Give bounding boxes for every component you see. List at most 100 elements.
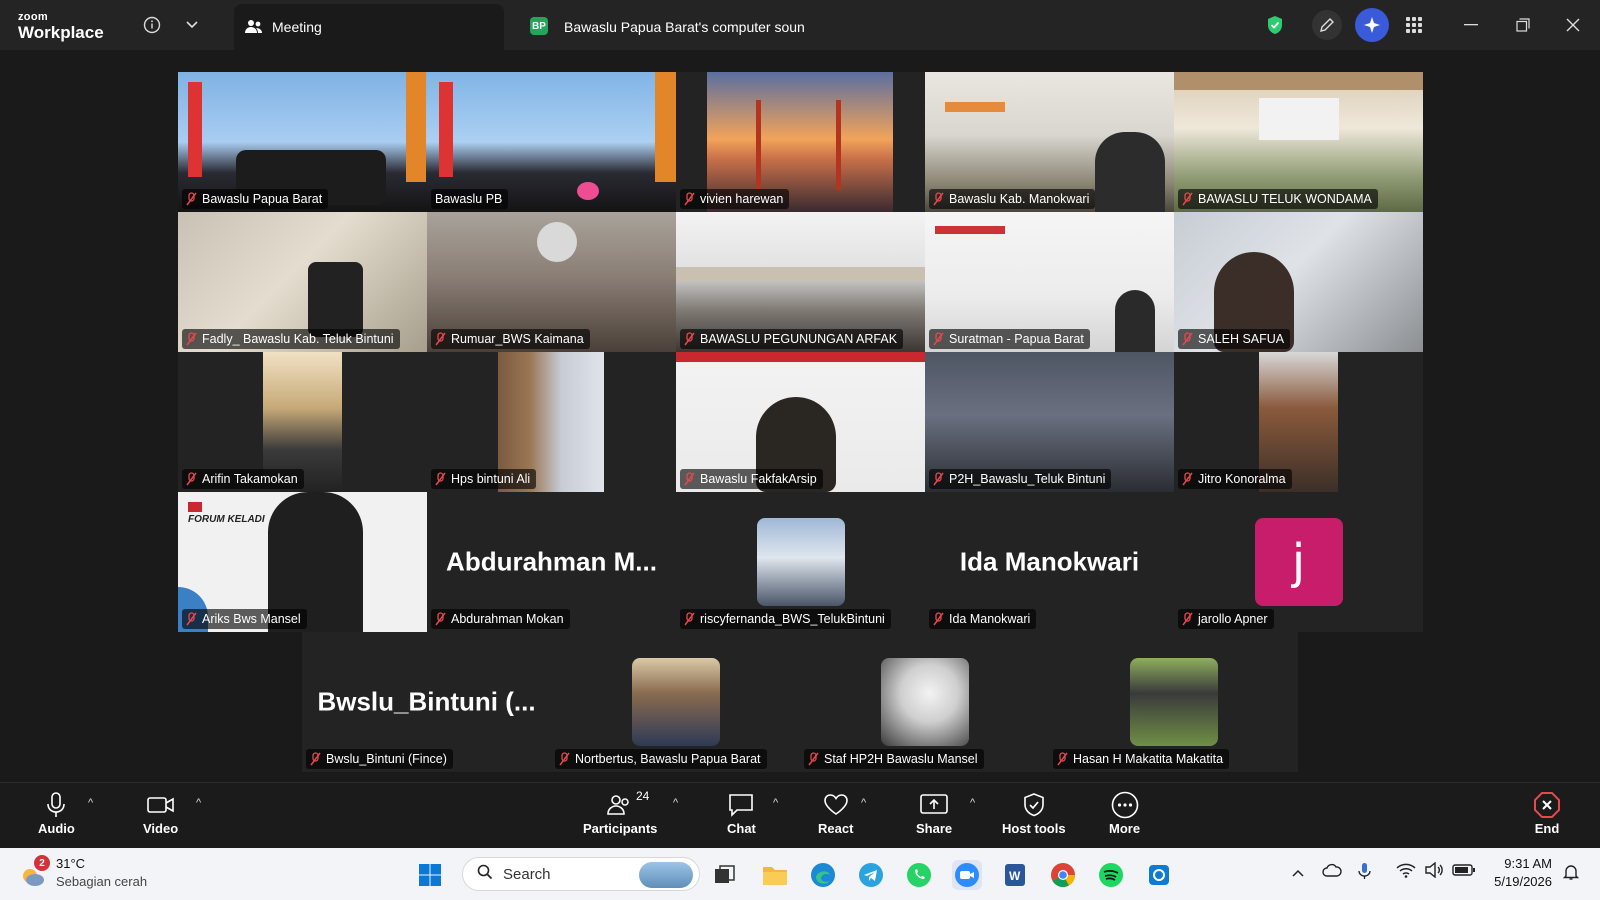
mic-muted-icon (1182, 472, 1193, 486)
task-view-icon[interactable] (710, 860, 740, 890)
participant-tile[interactable]: Nortbertus, Bawaslu Papua Barat (551, 632, 800, 772)
chat-bubble-icon (728, 789, 754, 821)
info-icon[interactable] (140, 13, 164, 37)
participant-name: Suratman - Papua Barat (949, 332, 1084, 346)
mic-muted-icon (933, 472, 944, 486)
participant-tile[interactable]: SALEH SAFUA (1174, 212, 1423, 352)
chrome-icon[interactable] (1048, 860, 1078, 890)
participant-tile[interactable]: BAWASLU TELUK WONDAMA (1174, 72, 1423, 212)
participant-tile[interactable]: Abdurahman M... Abdurahman Mokan (427, 492, 676, 632)
participant-name-label: Hasan H Makatita Makatita (1053, 749, 1230, 769)
participant-tile[interactable]: Hps bintuni Ali (427, 352, 676, 492)
participant-tile[interactable]: Suratman - Papua Barat (925, 212, 1174, 352)
participant-name: Abdurahman Mokan (451, 612, 564, 626)
participant-tile[interactable]: Bawaslu Kab. Manokwari (925, 72, 1174, 212)
chat-options-chevron-icon[interactable]: ^ (773, 797, 778, 809)
participant-name-label: Ariks Bws Mansel (182, 609, 307, 629)
participant-tile[interactable]: BAWASLU PEGUNUNGAN ARFAK (676, 212, 925, 352)
video-button[interactable]: Video (143, 789, 178, 836)
taskbar-search-box[interactable]: Search (462, 857, 700, 891)
participant-name-label: Bawaslu PB (431, 189, 509, 209)
audio-button[interactable]: Audio (38, 789, 75, 836)
participant-tile[interactable]: Bawaslu PB (427, 72, 676, 212)
volume-icon[interactable] (1424, 861, 1444, 883)
restore-icon[interactable] (1510, 12, 1536, 38)
windows-start-icon[interactable] (415, 860, 445, 890)
audio-options-chevron-icon[interactable]: ^ (88, 797, 93, 809)
chevron-down-icon[interactable] (180, 13, 204, 37)
participant-tile[interactable]: Ida Manokwari Ida Manokwari (925, 492, 1174, 632)
participant-display-name: Ida Manokwari (959, 546, 1140, 577)
more-button[interactable]: More (1109, 789, 1140, 836)
participant-tile[interactable]: Bawaslu FakfakArsip (676, 352, 925, 492)
participant-name-label: Bawaslu Papua Barat (182, 189, 329, 209)
search-icon (477, 864, 493, 884)
participant-tile[interactable]: Staf HP2H Bawaslu Mansel (800, 632, 1049, 772)
participants-tab-icon (244, 19, 264, 38)
participant-name-label: Arifin Takamokan (182, 469, 304, 489)
participant-tile[interactable]: Bawaslu Papua Barat (178, 72, 427, 212)
wifi-icon[interactable] (1396, 862, 1416, 883)
participant-tile[interactable]: FORUM KELADI Ariks Bws Mansel (178, 492, 427, 632)
search-placeholder: Search (503, 865, 551, 883)
participant-name: P2H_Bawaslu_Teluk Bintuni (949, 472, 1106, 486)
app-icon[interactable] (1144, 860, 1174, 890)
end-call-icon (1533, 789, 1561, 821)
clock-time[interactable]: 9:31 AM (1470, 856, 1552, 871)
video-options-chevron-icon[interactable]: ^ (196, 797, 201, 809)
chevron-up-icon[interactable] (1292, 864, 1304, 882)
notification-icon[interactable] (1562, 863, 1580, 886)
participant-tile[interactable]: Hasan H Makatita Makatita (1049, 632, 1298, 772)
meeting-controls: Audio ^ Video ^ Participants 24 ^ Chat ^… (0, 782, 1600, 848)
spotify-icon[interactable] (1096, 860, 1126, 890)
participant-tile[interactable]: Jitro Konoralma (1174, 352, 1423, 492)
participant-name-label: riscyfernanda_BWS_TelukBintuni (680, 609, 891, 629)
end-button[interactable]: End (1533, 789, 1561, 836)
apps-grid-icon[interactable] (1402, 13, 1426, 37)
participant-tile[interactable]: j jarollo Apner (1174, 492, 1423, 632)
weather-widget-icon[interactable]: 2 (18, 855, 50, 890)
zoom-taskbar-icon[interactable] (952, 860, 982, 890)
file-explorer-icon[interactable] (760, 860, 790, 890)
react-options-chevron-icon[interactable]: ^ (861, 797, 866, 809)
clock-date[interactable]: 5/19/2026 (1470, 874, 1552, 889)
chat-button[interactable]: Chat (727, 789, 756, 836)
participant-tile[interactable]: Rumuar_BWS Kaimana (427, 212, 676, 352)
slide-title: FORUM KELADI (188, 514, 265, 525)
share-options-chevron-icon[interactable]: ^ (970, 797, 975, 809)
participants-icon (607, 789, 633, 821)
host-tools-button[interactable]: Host tools (1002, 789, 1066, 836)
participant-tile[interactable]: vivien harewan (676, 72, 925, 212)
ai-companion-icon[interactable] (1355, 8, 1389, 42)
minimize-icon[interactable] (1458, 12, 1484, 38)
mic-muted-icon (684, 332, 695, 346)
edge-browser-icon[interactable] (808, 860, 838, 890)
heart-icon (823, 789, 849, 821)
mic-muted-icon (1057, 752, 1068, 766)
react-button[interactable]: React (818, 789, 853, 836)
participant-tile[interactable]: P2H_Bawaslu_Teluk Bintuni (925, 352, 1174, 492)
cloud-icon[interactable] (1322, 862, 1342, 883)
participant-tile[interactable]: Fadly_ Bawaslu Kab. Teluk Bintuni (178, 212, 427, 352)
avatar (631, 658, 720, 746)
whatsapp-icon[interactable] (904, 860, 934, 890)
temperature: 31°C (56, 856, 86, 871)
security-shield-icon[interactable] (1263, 13, 1287, 37)
participant-tile[interactable]: Bwslu_Bintuni (... Bwslu_Bintuni (Fince) (302, 632, 551, 772)
participant-name: Fadly_ Bawaslu Kab. Teluk Bintuni (202, 332, 394, 346)
microphone-status-icon[interactable] (1356, 862, 1374, 885)
close-icon[interactable] (1560, 12, 1586, 38)
participant-tile[interactable]: riscyfernanda_BWS_TelukBintuni (676, 492, 925, 632)
mic-muted-icon (186, 612, 197, 626)
share-button[interactable]: Share (916, 789, 952, 836)
participants-options-chevron-icon[interactable]: ^ (673, 797, 678, 809)
participant-name: Hasan H Makatita Makatita (1073, 752, 1224, 766)
tab-meeting[interactable]: Meeting (234, 4, 504, 50)
participant-name: Bwslu_Bintuni (Fince) (326, 752, 447, 766)
word-icon[interactable]: W (1000, 860, 1030, 890)
pencil-icon[interactable] (1312, 10, 1342, 40)
participant-tile[interactable]: Arifin Takamokan (178, 352, 427, 492)
share-badge: BP (530, 17, 548, 35)
tab-computer-sound[interactable]: BP Bawaslu Papua Barat's computer soun (530, 4, 805, 50)
telegram-icon[interactable] (856, 860, 886, 890)
